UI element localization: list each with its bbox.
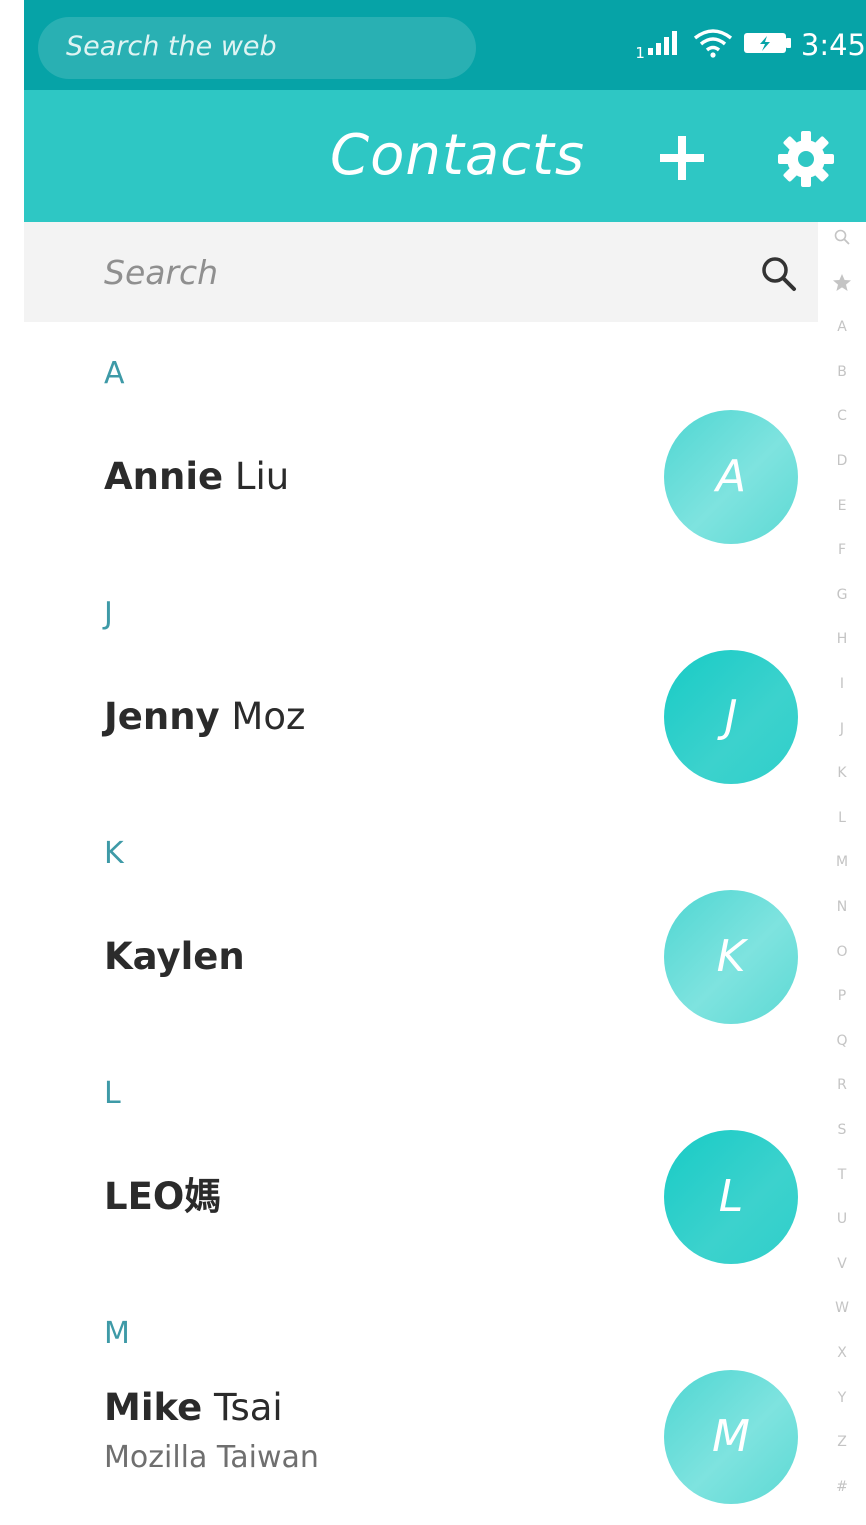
index-letter[interactable]: B bbox=[818, 362, 866, 382]
avatar: A bbox=[664, 410, 798, 544]
contact-row[interactable]: Mike Tsai Mozilla Taiwan M bbox=[24, 1370, 818, 1510]
gear-icon bbox=[778, 131, 834, 187]
avatar: J bbox=[664, 650, 798, 784]
contact-first-name: Kaylen bbox=[104, 935, 245, 978]
section-header-j: J bbox=[104, 596, 113, 631]
contact-row[interactable]: LEO媽 L bbox=[24, 1130, 818, 1270]
index-letter[interactable]: P bbox=[818, 986, 866, 1006]
status-indicators: 1 3:45 bbox=[635, 22, 866, 68]
index-letter[interactable]: # bbox=[818, 1477, 866, 1497]
index-letter[interactable]: D bbox=[818, 451, 866, 471]
index-letter[interactable]: R bbox=[818, 1075, 866, 1095]
index-letter[interactable]: W bbox=[818, 1298, 866, 1318]
index-letter[interactable]: G bbox=[818, 585, 866, 605]
index-letter[interactable]: A bbox=[818, 317, 866, 337]
avatar: M bbox=[664, 1370, 798, 1504]
index-letter[interactable]: E bbox=[818, 496, 866, 516]
index-letter[interactable]: L bbox=[818, 808, 866, 828]
index-letter[interactable]: Y bbox=[818, 1388, 866, 1408]
index-star-icon[interactable] bbox=[818, 273, 866, 299]
page-title: Contacts bbox=[330, 123, 586, 188]
section-header-l: L bbox=[104, 1076, 121, 1111]
contact-search-bar bbox=[24, 222, 818, 322]
contact-first-name: Annie bbox=[104, 455, 224, 498]
search-icon[interactable] bbox=[759, 254, 799, 294]
index-letter[interactable]: I bbox=[818, 674, 866, 694]
clock: 3:45 bbox=[800, 28, 866, 62]
index-letter[interactable]: S bbox=[818, 1120, 866, 1140]
contact-first-name: Jenny bbox=[104, 695, 220, 738]
contact-name: LEO媽 bbox=[104, 1175, 221, 1219]
index-letter[interactable]: X bbox=[818, 1343, 866, 1363]
contact-last-name: Moz bbox=[219, 695, 306, 738]
contact-organization: Mozilla Taiwan bbox=[104, 1440, 319, 1475]
index-letter[interactable]: H bbox=[818, 629, 866, 649]
alphabet-index-bar[interactable]: A B C D E F G H I J K L M N O P Q R S T U V W X Y Z # bbox=[818, 228, 866, 1525]
index-letter[interactable]: T bbox=[818, 1165, 866, 1185]
section-header-a: A bbox=[104, 356, 125, 391]
contact-name: Kaylen bbox=[104, 935, 245, 979]
contact-last-name: Tsai bbox=[202, 1386, 283, 1429]
contact-first-name: Mike bbox=[104, 1386, 203, 1429]
section-header-m: M bbox=[104, 1316, 130, 1351]
contacts-screen: Search the web 1 3:45 Contacts Search A … bbox=[0, 0, 866, 1525]
contact-row[interactable]: Kaylen K bbox=[24, 890, 818, 1030]
index-letter[interactable]: Q bbox=[818, 1031, 866, 1051]
index-letter[interactable]: U bbox=[818, 1209, 866, 1229]
contact-name: Mike Tsai bbox=[104, 1386, 283, 1430]
index-letter[interactable]: M bbox=[818, 852, 866, 872]
index-letter[interactable]: F bbox=[818, 540, 866, 560]
contact-name: Annie Liu bbox=[104, 455, 289, 499]
plus-icon bbox=[660, 136, 704, 180]
settings-button[interactable] bbox=[774, 127, 838, 191]
index-letter[interactable]: C bbox=[818, 406, 866, 426]
add-contact-button[interactable] bbox=[652, 128, 712, 188]
sim-number: 1 bbox=[635, 44, 645, 62]
wifi-icon bbox=[693, 28, 733, 62]
contact-first-name: LEO媽 bbox=[104, 1175, 222, 1218]
index-letter[interactable]: K bbox=[818, 763, 866, 783]
index-letter[interactable]: N bbox=[818, 897, 866, 917]
battery-charging-icon bbox=[743, 30, 793, 60]
section-header-k: K bbox=[104, 836, 124, 871]
contact-last-name: Liu bbox=[223, 455, 290, 498]
web-search-placeholder: Search the web bbox=[66, 31, 277, 62]
status-bar: Search the web 1 3:45 bbox=[24, 0, 866, 90]
index-letter[interactable]: Z bbox=[818, 1432, 866, 1452]
index-letter[interactable]: J bbox=[818, 719, 866, 739]
index-letter[interactable]: V bbox=[818, 1254, 866, 1274]
search-input[interactable] bbox=[24, 222, 724, 322]
web-search-field[interactable]: Search the web bbox=[38, 17, 476, 79]
signal-icon bbox=[647, 30, 681, 60]
contact-row[interactable]: Jenny Moz J bbox=[24, 650, 818, 790]
avatar: L bbox=[664, 1130, 798, 1264]
avatar: K bbox=[664, 890, 798, 1024]
contact-name: Jenny Moz bbox=[104, 695, 305, 739]
index-letter[interactable]: O bbox=[818, 942, 866, 962]
index-search-icon[interactable] bbox=[818, 228, 866, 252]
contact-row[interactable]: Annie Liu A bbox=[24, 410, 818, 550]
app-header: Contacts bbox=[24, 90, 866, 222]
